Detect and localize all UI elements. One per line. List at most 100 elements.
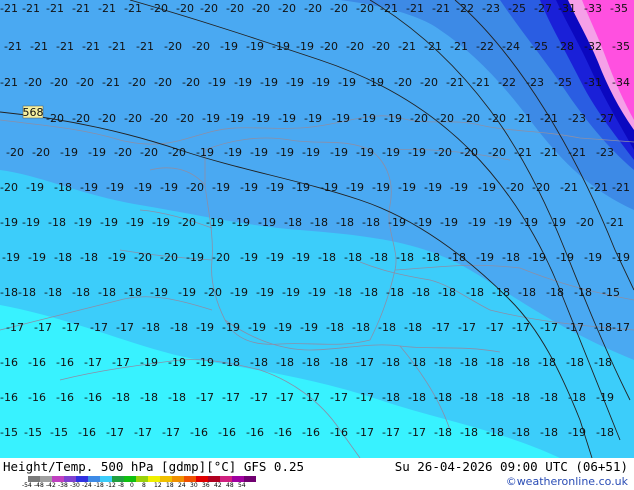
temp-label: -20 [176, 2, 194, 15]
temp-label: -20 [186, 181, 204, 194]
temp-label: -19 [450, 181, 468, 194]
temp-label: -20 [356, 2, 374, 15]
temp-label: -20 [176, 112, 194, 125]
temp-label: -21 [98, 2, 116, 15]
temp-label: -19 [478, 181, 496, 194]
temp-label: -19 [28, 251, 46, 264]
temp-label: -19 [330, 146, 348, 159]
scale-label: 24 [178, 482, 186, 489]
temp-label: -21 [560, 181, 578, 194]
temp-label: -17 [250, 391, 268, 404]
temp-label: -20 [124, 112, 142, 125]
temp-label: -19 [208, 76, 226, 89]
temp-label: -17 [112, 356, 130, 369]
temp-label: -19 [196, 356, 214, 369]
temp-label: -35 [612, 40, 630, 53]
temp-label: -21 [30, 40, 48, 53]
temp-label: -21 [450, 40, 468, 53]
temp-label: -20 [488, 112, 506, 125]
temp-label: -18 [284, 216, 302, 229]
temp-label: -18 [140, 391, 158, 404]
temp-label: -18 [460, 391, 478, 404]
temp-label: -17 [196, 391, 214, 404]
temp-label: -18 [330, 356, 348, 369]
scale-label: -48 [34, 482, 44, 489]
scale-label: -42 [46, 482, 56, 489]
temp-label: -20 [576, 216, 594, 229]
temp-label: -15 [24, 426, 42, 439]
temp-label: -17 [612, 321, 630, 334]
temp-label: -19 [286, 76, 304, 89]
temp-label: -18 [72, 286, 90, 299]
scale-label: 8 [142, 482, 146, 489]
temp-label: -20 [346, 40, 364, 53]
temp-label: -25 [530, 40, 548, 53]
temp-label: -18 [594, 356, 612, 369]
temp-label: -16 [56, 356, 74, 369]
scale-label: -12 [106, 482, 116, 489]
scale-label: -54 [22, 482, 32, 489]
scale-label: 42 [214, 482, 222, 489]
temp-label: -19 [252, 112, 270, 125]
scale-label: -8 [118, 482, 124, 489]
temp-label: -19 [304, 112, 322, 125]
temp-label: -16 [0, 356, 18, 369]
temp-label: -18 [142, 321, 160, 334]
temp-label: -19 [568, 426, 586, 439]
temp-label: -20 [76, 76, 94, 89]
temp-label: -18 [448, 251, 466, 264]
map-footer: Height/Temp. 500 hPa [gdmp][°C] GFS 0.25… [0, 458, 634, 490]
temp-label: -17 [566, 321, 584, 334]
temp-label: -16 [274, 426, 292, 439]
temp-label: -19 [282, 286, 300, 299]
temp-label: -18 [486, 356, 504, 369]
temp-label: -18 [98, 286, 116, 299]
temp-label: -16 [330, 426, 348, 439]
temp-label: -20 [462, 112, 480, 125]
temp-label: -19 [152, 216, 170, 229]
temp-label: -19 [150, 286, 168, 299]
temp-label: -18 [404, 321, 422, 334]
temp-label: -15 [602, 286, 620, 299]
temp-label: -16 [56, 391, 74, 404]
temp-label: -17 [356, 426, 374, 439]
temp-label: -18 [466, 286, 484, 299]
temp-label: -19 [126, 216, 144, 229]
temp-label: -35 [610, 2, 628, 15]
temp-label: -17 [90, 321, 108, 334]
scale-label: 54 [238, 482, 246, 489]
temp-label: -18 [382, 391, 400, 404]
credit-link[interactable]: ©weatheronline.co.uk [506, 475, 628, 488]
temp-label: -20 [114, 146, 132, 159]
temp-label: -19 [356, 146, 374, 159]
temp-label: -19 [308, 286, 326, 299]
valid-time: Su 26-04-2026 09:00 UTC (06+51) [394, 459, 628, 474]
temp-label: -20 [140, 146, 158, 159]
temp-label: -20 [98, 112, 116, 125]
temp-label: -17 [408, 426, 426, 439]
temp-label: -21 [590, 181, 608, 194]
temp-label: -21 [46, 2, 64, 15]
temp-label: -20 [320, 40, 338, 53]
temp-label: -18 [360, 286, 378, 299]
temp-label: -19 [202, 112, 220, 125]
temp-label: -18 [80, 251, 98, 264]
temp-label: -16 [246, 426, 264, 439]
temp-label: -19 [108, 251, 126, 264]
temp-label: -18 [596, 426, 614, 439]
temp-label: -22 [498, 76, 516, 89]
temp-label: -18 [492, 286, 510, 299]
temp-label: -19 [414, 216, 432, 229]
temp-label: -19 [178, 286, 196, 299]
temp-label: -18 [352, 321, 370, 334]
temp-label: -23 [596, 146, 614, 159]
temp-label: -19 [272, 40, 290, 53]
temp-label: -19 [226, 112, 244, 125]
temp-label: -19 [106, 181, 124, 194]
temp-label: -18 [502, 251, 520, 264]
temp-label: -17 [302, 391, 320, 404]
temp-label: -21 [406, 2, 424, 15]
temp-label: -19 [168, 356, 186, 369]
temp-label: -19 [596, 391, 614, 404]
temp-label: -22 [476, 40, 494, 53]
